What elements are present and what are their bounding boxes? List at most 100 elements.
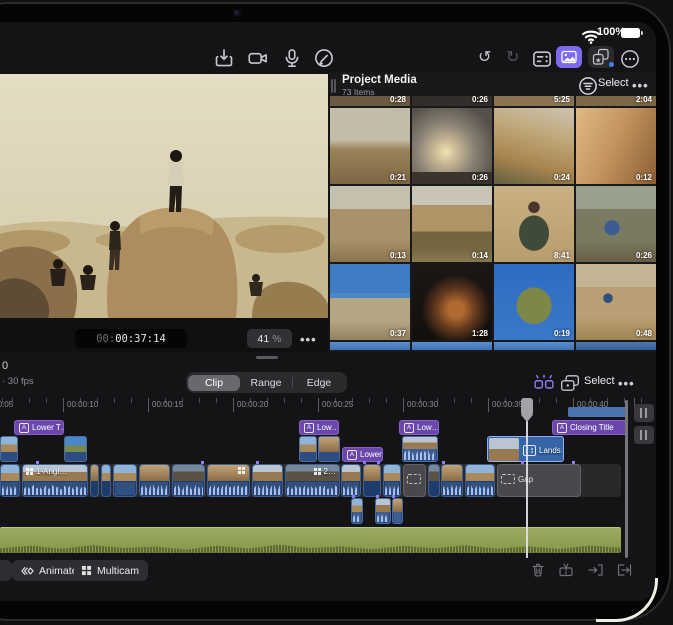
title-clip[interactable]: A Lower T… [14, 420, 64, 435]
media-more-icon[interactable]: ••• [632, 78, 649, 93]
timeline-clip-multicam[interactable] [207, 464, 250, 497]
playhead-handle-point [521, 415, 533, 422]
panel-grab-handle[interactable] [334, 79, 336, 93]
redo-icon[interactable]: ↻ [506, 50, 519, 66]
viewer-video-frame[interactable] [0, 74, 328, 318]
animate-label: Animate [39, 565, 78, 577]
timeline-clip[interactable] [101, 464, 111, 497]
media-thumbnail[interactable]: 0:24 [494, 108, 574, 184]
connected-clip-bar[interactable] [568, 407, 626, 417]
media-thumbnail[interactable]: 2:04 [576, 96, 656, 106]
connected-clip[interactable] [375, 498, 391, 524]
timeline-clip[interactable] [341, 464, 361, 497]
multicam-button[interactable]: Multicam [74, 560, 148, 581]
media-thumbnail[interactable] [576, 342, 656, 350]
gap-clip[interactable]: Gap [497, 464, 581, 497]
media-thumbnail[interactable]: 1:28 [412, 264, 492, 340]
timeline-clip[interactable] [139, 464, 170, 497]
viewer-more-icon[interactable]: ••• [300, 332, 317, 347]
gap-clip[interactable]: G [403, 464, 426, 497]
media-thumbnail[interactable]: 5:25 [494, 96, 574, 106]
connected-clip[interactable] [402, 436, 438, 462]
filter-icon[interactable] [578, 76, 598, 96]
timeline-clip[interactable] [90, 464, 99, 497]
media-browser-button[interactable] [556, 46, 582, 68]
record-camera-icon[interactable] [248, 48, 268, 68]
connection-dot [377, 461, 380, 464]
timeline-select-button[interactable]: Select [584, 375, 615, 387]
timeline-vertical-scrollbar[interactable] [625, 400, 628, 558]
media-thumbnail[interactable]: 0:13 [330, 186, 410, 262]
pencil-tool-icon[interactable] [314, 48, 334, 68]
media-thumbnail[interactable]: 0:26 [412, 96, 492, 106]
insert-clip-icon[interactable] [588, 562, 604, 578]
timeline-clip[interactable] [441, 464, 463, 497]
media-thumbnail[interactable]: 0:26 [412, 108, 492, 184]
connected-clip[interactable] [318, 436, 340, 462]
media-thumbnail[interactable] [494, 342, 574, 350]
connected-clip[interactable] [0, 436, 18, 462]
effects-library-button[interactable]: ★ [588, 46, 614, 68]
viewer-panel: 00:00:37:14 41 % ••• [0, 74, 328, 352]
title-clip[interactable]: A Low… [299, 420, 339, 435]
timeline-clip[interactable] [113, 464, 137, 497]
timeline-clip-multicam[interactable]: 2… [285, 464, 340, 497]
clip-duration: 0:12 [636, 173, 652, 182]
timeline-clip[interactable] [383, 464, 401, 497]
title-clip[interactable]: A Low… [399, 420, 439, 435]
timeline-clip[interactable] [172, 464, 205, 497]
delete-icon[interactable] [530, 562, 546, 578]
media-thumbnail[interactable] [412, 342, 492, 350]
connected-clip[interactable] [392, 498, 403, 524]
import-icon[interactable] [214, 48, 234, 68]
multicam-icon [238, 467, 245, 474]
timeline-clip[interactable] [252, 464, 283, 497]
media-select-button[interactable]: Select [598, 77, 629, 89]
edge-button-partial[interactable] [0, 560, 12, 581]
overwrite-clip-icon[interactable] [616, 562, 632, 578]
media-thumbnail[interactable]: 0:14 [412, 186, 492, 262]
media-thumbnail[interactable]: 0:26 [576, 186, 656, 262]
title-clip[interactable]: A Closing Title [552, 420, 628, 435]
timeline-clip[interactable] [465, 464, 495, 497]
overwrite-mode-icon[interactable] [560, 373, 580, 393]
inspector-icon[interactable] [532, 49, 552, 69]
timeline-clip[interactable] [428, 464, 440, 497]
timeline-clip[interactable] [0, 464, 20, 497]
media-thumbnail[interactable]: 0:48 [576, 264, 656, 340]
audio-track[interactable] [0, 527, 621, 553]
connection-dot [572, 461, 575, 464]
panel-grab-handle[interactable] [331, 79, 333, 93]
track-height-button[interactable] [634, 404, 654, 422]
media-thumbnail[interactable]: 0:28 [330, 96, 410, 106]
timeline-clip[interactable] [363, 464, 381, 497]
mode-range[interactable]: Range [240, 375, 292, 391]
connect-clip-icon[interactable] [534, 373, 554, 393]
microphone-icon[interactable] [282, 48, 302, 68]
media-thumbnail[interactable]: 8:41 [494, 186, 574, 262]
timeline-ruler[interactable]: 00:00:05 00:00:10 00:00:15 00:00:20 00:0… [0, 396, 656, 418]
timeline-more-icon[interactable]: ••• [618, 376, 635, 391]
media-thumbnail[interactable] [330, 342, 410, 350]
track-height-button[interactable] [634, 426, 654, 444]
battery-icon [621, 28, 640, 38]
media-thumbnail[interactable]: 0:12 [576, 108, 656, 184]
panel-resize-handle[interactable] [256, 356, 278, 359]
split-clip-icon[interactable] [558, 562, 574, 578]
undo-icon[interactable]: ↺ [478, 50, 491, 66]
timeline-clip-multicam[interactable]: 1-Angl… [22, 464, 88, 497]
connected-clip[interactable] [299, 436, 317, 462]
connected-clip[interactable] [351, 498, 363, 524]
clip-duration: 0:13 [390, 251, 406, 260]
viewer-zoom-level[interactable]: 41 % [247, 329, 292, 348]
mode-clip[interactable]: Clip [188, 375, 240, 391]
more-options-icon[interactable] [620, 49, 640, 69]
playhead-handle[interactable] [521, 398, 533, 416]
timecode-display[interactable]: 00:00:37:14 [75, 329, 187, 348]
mode-edge[interactable]: Edge [293, 375, 345, 391]
connected-clip[interactable] [64, 436, 87, 462]
title-clip[interactable]: A Lower… [342, 447, 383, 462]
media-thumbnail[interactable]: 0:21 [330, 108, 410, 184]
media-thumbnail[interactable]: 0:19 [494, 264, 574, 340]
media-thumbnail[interactable]: 0:37 [330, 264, 410, 340]
